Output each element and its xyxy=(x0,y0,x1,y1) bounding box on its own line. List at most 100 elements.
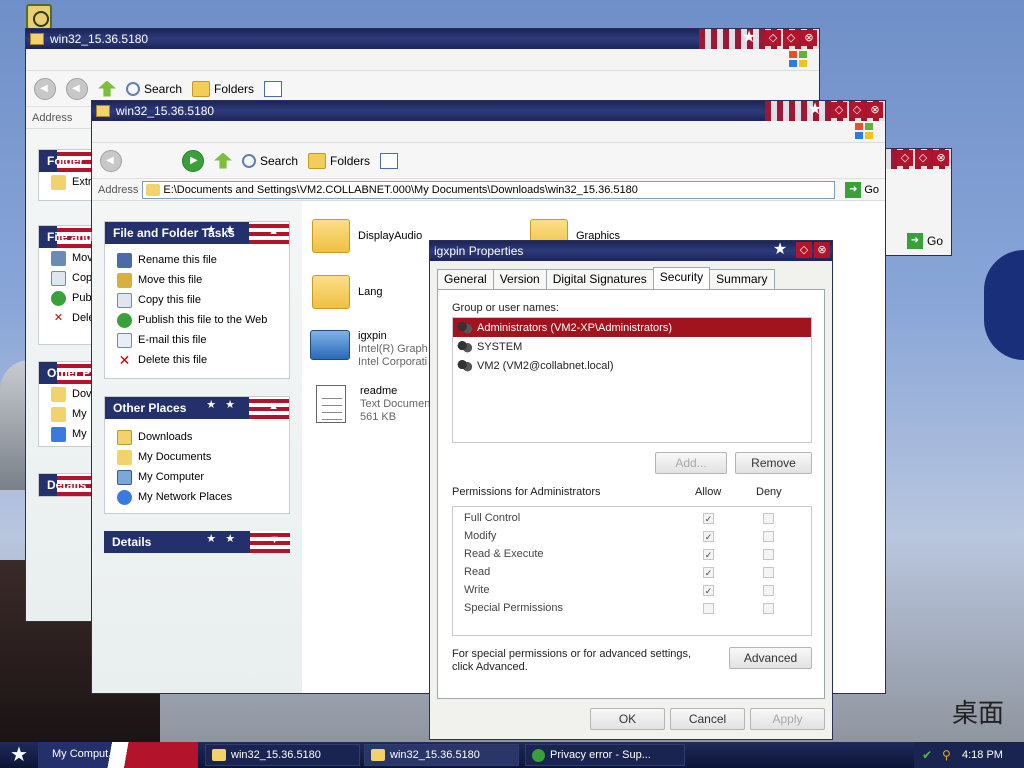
delete-task[interactable]: ✕ Delete this file xyxy=(105,350,289,370)
deny-checkbox[interactable] xyxy=(763,531,774,542)
cancel-button[interactable]: Cancel xyxy=(670,708,745,730)
file-item[interactable]: igxpin Intel(R) Graph Intel Corporati xyxy=(310,330,428,368)
task-item[interactable]: My xyxy=(39,424,97,444)
file-item[interactable]: DisplayAudio xyxy=(312,219,422,253)
address-input[interactable]: E:\Documents and Settings\VM2.COLLABNET.… xyxy=(142,180,836,199)
panel-header[interactable]: Folder xyxy=(39,150,97,172)
help-icon[interactable]: ◇ xyxy=(796,242,812,258)
deny-checkbox[interactable] xyxy=(763,585,774,596)
start-button[interactable]: ★ xyxy=(0,742,38,768)
forward-button[interactable] xyxy=(66,77,88,100)
tab-security[interactable]: Security xyxy=(652,267,711,289)
copy-task[interactable]: Copy this file xyxy=(105,290,289,310)
panel-header[interactable]: File and xyxy=(39,226,97,248)
go-button[interactable]: ➜ Go xyxy=(901,233,949,249)
allow-checkbox[interactable]: ✓ xyxy=(703,513,714,524)
file-item[interactable]: readme Text Documen 561 KB xyxy=(316,385,430,423)
folders-button[interactable]: Folders xyxy=(192,80,254,97)
task-item[interactable]: Mov xyxy=(39,248,97,268)
task-item[interactable]: Extr xyxy=(39,172,97,192)
task-item[interactable]: ✕ Dele xyxy=(39,308,97,328)
close-icon[interactable]: ⊗ xyxy=(801,30,817,46)
properties-dialog[interactable]: igxpin Properties ★ ◇ ⊗ General Version Di… xyxy=(429,240,833,740)
minimize-icon[interactable]: ◇ xyxy=(897,150,913,166)
forward-button[interactable] xyxy=(182,149,204,172)
close-icon[interactable]: ⊗ xyxy=(867,102,883,118)
quick-launch[interactable]: My Comput... xyxy=(38,742,198,768)
deny-checkbox[interactable] xyxy=(763,513,774,524)
minimize-icon[interactable]: ◇ xyxy=(831,102,847,118)
task-item[interactable]: Cop xyxy=(39,268,97,288)
deny-checkbox[interactable] xyxy=(763,567,774,578)
search-tray-icon[interactable]: ⚲ xyxy=(942,748,956,762)
go-button[interactable]: ➜ Go xyxy=(839,181,885,198)
panel-header[interactable]: File and Folder Tasks ★ ★ ▲ xyxy=(105,222,289,244)
collapse-icon[interactable]: ▲ xyxy=(268,400,279,412)
up-folder-icon[interactable] xyxy=(98,80,116,97)
maximize-icon[interactable]: ◇ xyxy=(783,30,799,46)
file-item[interactable]: Lang xyxy=(312,275,382,309)
allow-checkbox[interactable]: ✓ xyxy=(703,567,714,578)
apply-button[interactable]: Apply xyxy=(750,708,825,730)
remove-button[interactable]: Remove xyxy=(735,452,812,474)
list-item[interactable]: Administrators (VM2-XP\Administrators) xyxy=(453,318,811,337)
maximize-icon[interactable]: ◇ xyxy=(915,150,931,166)
clock[interactable]: 4:18 PM xyxy=(962,749,1003,761)
views-icon[interactable] xyxy=(380,152,399,169)
task-item[interactable]: Dov xyxy=(39,384,97,404)
taskbar-item[interactable]: win32_15.36.5180 xyxy=(205,744,360,766)
panel-header[interactable]: Details xyxy=(39,474,97,496)
allow-checkbox[interactable]: ✓ xyxy=(703,549,714,560)
expand-icon[interactable]: ▼ xyxy=(269,534,280,546)
tab-summary[interactable]: Summary xyxy=(709,269,775,289)
deny-checkbox[interactable] xyxy=(763,549,774,560)
taskbar-item[interactable]: Privacy error - Sup... xyxy=(525,744,685,766)
tab-digital-signatures[interactable]: Digital Signatures xyxy=(545,269,654,289)
panel-header[interactable]: Details ★ ★ ▼ xyxy=(104,531,290,553)
taskbar-item[interactable]: win32_15.36.5180 xyxy=(364,744,519,766)
panel-header[interactable]: Other P xyxy=(39,362,97,384)
toolbar[interactable]: Search Folders xyxy=(92,143,885,179)
folders-button[interactable]: Folders xyxy=(308,152,370,169)
maximize-icon[interactable]: ◇ xyxy=(849,102,865,118)
move-task[interactable]: Move this file xyxy=(105,270,289,290)
close-icon[interactable]: ⊗ xyxy=(814,242,830,258)
advanced-button[interactable]: Advanced xyxy=(729,647,812,669)
allow-checkbox[interactable]: ✓ xyxy=(703,531,714,542)
menu-bar[interactable] xyxy=(92,121,885,143)
views-icon[interactable] xyxy=(264,80,283,97)
menu-bar[interactable] xyxy=(26,49,819,71)
title-bar[interactable]: win32_15.36.5180 ★ ◇ ◇ ⊗ xyxy=(26,29,819,49)
my-computer-link[interactable]: My Computer xyxy=(105,467,289,487)
back-button[interactable] xyxy=(100,149,122,172)
list-item[interactable]: SYSTEM xyxy=(453,337,811,356)
user-listbox[interactable]: Administrators (VM2-XP\Administrators) S… xyxy=(452,317,812,443)
back-button[interactable] xyxy=(34,77,56,100)
add-button[interactable]: Add... xyxy=(655,452,727,474)
tab-version[interactable]: Version xyxy=(492,269,547,289)
tab-general[interactable]: General xyxy=(437,269,494,289)
title-bar[interactable]: win32_15.36.5180 ★ ◇ ◇ ⊗ xyxy=(92,101,885,121)
task-item[interactable]: My xyxy=(39,404,97,424)
publish-task[interactable]: Publish this file to the Web xyxy=(105,310,289,330)
my-network-places-link[interactable]: My Network Places xyxy=(105,487,289,507)
dialog-title-bar[interactable]: igxpin Properties ★ ◇ ⊗ xyxy=(430,241,832,261)
email-task[interactable]: E-mail this file xyxy=(105,330,289,350)
search-button[interactable]: Search xyxy=(242,153,298,168)
allow-checkbox[interactable] xyxy=(703,603,714,614)
my-documents-link[interactable]: My Documents xyxy=(105,447,289,467)
task-item[interactable]: Pub xyxy=(39,288,97,308)
minimize-icon[interactable]: ◇ xyxy=(765,30,781,46)
collapse-icon[interactable]: ▲ xyxy=(268,225,279,237)
allow-checkbox[interactable]: ✓ xyxy=(703,585,714,596)
list-item[interactable]: VM2 (VM2@collabnet.local) xyxy=(453,356,811,375)
network-tray-icon[interactable]: ✔ xyxy=(922,748,936,762)
downloads-link[interactable]: Downloads xyxy=(105,427,289,447)
close-icon[interactable]: ⊗ xyxy=(933,150,949,166)
search-button[interactable]: Search xyxy=(126,81,182,96)
ok-button[interactable]: OK xyxy=(590,708,665,730)
panel-header[interactable]: Other Places ★ ★ ▲ xyxy=(105,397,289,419)
desktop-shortcut-icon[interactable] xyxy=(26,4,52,30)
up-folder-icon[interactable] xyxy=(214,152,232,169)
deny-checkbox[interactable] xyxy=(763,603,774,614)
